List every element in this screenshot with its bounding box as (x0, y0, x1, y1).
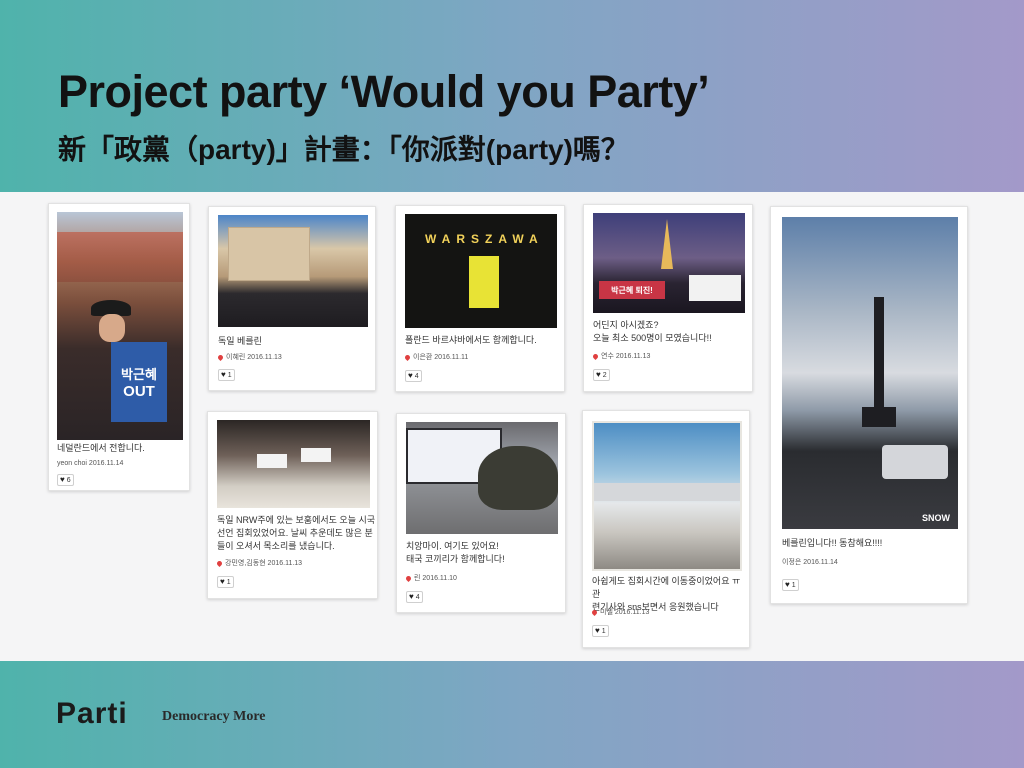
van (882, 445, 948, 479)
snow-watermark: SNOW (922, 513, 950, 523)
heart-icon: ♥ (60, 475, 65, 484)
tagline: Democracy More (162, 709, 266, 724)
post-caption: 독일 NRW주에 있는 보훔에서도 오늘 시국 선언 집회있었어요. 날씨 추운… (217, 515, 376, 551)
post-photo[interactable]: SNOW (782, 217, 958, 529)
location-pin-icon (404, 574, 413, 582)
post-meta: 이혜린 2016.11.13 (216, 352, 282, 362)
post-card[interactable]: WARSZAWA 폴란드 바르샤바에서도 함께합니다. 이은환 2016.11.… (395, 205, 565, 392)
page-title: Project party ‘Would you Party’ (58, 66, 710, 117)
building (228, 227, 310, 281)
post-meta: 이정은 2016.11.14 (782, 559, 838, 566)
post-card[interactable]: 독일 NRW주에 있는 보훔에서도 오늘 시국 선언 집회있었어요. 날씨 추운… (207, 411, 378, 599)
like-button[interactable]: ♥ 2 (593, 369, 610, 381)
like-button[interactable]: ♥ 1 (592, 625, 609, 637)
post-caption: 독일 베를린 (218, 336, 262, 346)
elephant-figurine (478, 446, 558, 510)
eiffel-tower (661, 219, 673, 269)
building-facade (57, 232, 183, 282)
location-pin-icon (590, 608, 599, 616)
post-card[interactable]: 박근혜 OUT 네덜란드에서 전합니다. yeon choi 2016.11.1… (48, 203, 190, 491)
post-card[interactable]: 박근혜 퇴진! 어딘지 아시겠죠? 오늘 최소 500명이 모였습니다!! 연수… (583, 204, 753, 392)
post-caption: 치앙마이. 여기도 있어요! 태국 코끼리가 함께합니다! (406, 541, 505, 564)
post-photo[interactable] (218, 215, 368, 327)
post-photo[interactable] (217, 420, 370, 508)
post-photo[interactable] (406, 422, 558, 534)
like-button[interactable]: ♥ 4 (405, 370, 422, 382)
post-photo[interactable]: 박근혜 퇴진! (593, 213, 745, 313)
parti-logo[interactable]: Parti (56, 697, 128, 731)
post-meta: 미셸 2016.11.13 (590, 607, 649, 617)
post-meta: 린 2016.11.10 (404, 573, 457, 583)
column-base (862, 407, 896, 427)
heart-icon: ♥ (596, 370, 601, 379)
location-pin-icon (215, 559, 224, 567)
location-pin-icon (403, 353, 412, 361)
protest-banner: 박근혜 퇴진! (599, 281, 665, 299)
terminal-canopy (594, 483, 740, 501)
like-button[interactable]: ♥ 6 (57, 474, 74, 486)
post-card[interactable]: 아쉽게도 집회시간에 이동중이었어요 ㅠ 관 련기사와 sns보면서 응원했습니… (582, 410, 750, 648)
placard (301, 448, 331, 462)
protest-sign: 박근혜 OUT (111, 342, 167, 422)
placard (257, 454, 287, 468)
post-meta: 연수 2016.11.13 (591, 351, 650, 361)
face (99, 314, 125, 342)
like-button[interactable]: ♥ 4 (406, 591, 423, 603)
heart-icon: ♥ (409, 592, 414, 601)
post-photo[interactable]: WARSZAWA (405, 214, 557, 328)
post-photo[interactable] (592, 421, 742, 571)
like-button[interactable]: ♥ 1 (218, 369, 235, 381)
post-card[interactable]: 독일 베를린 이혜린 2016.11.13 ♥ 1 (208, 206, 376, 391)
location-pin-icon (591, 352, 600, 360)
post-caption: 베를린입니다!! 동참해요!!!! (782, 538, 883, 548)
heart-icon: ♥ (595, 626, 600, 635)
post-meta: 이은환 2016.11.11 (403, 352, 468, 362)
heart-icon: ♥ (220, 577, 225, 586)
victory-column (874, 297, 884, 417)
post-caption: 어딘지 아시겠죠? 오늘 최소 500명이 모였습니다!! (593, 320, 712, 343)
yellow-protest-sign (469, 256, 499, 308)
post-caption: 폴란드 바르샤바에서도 함께합니다. (405, 335, 537, 345)
warsaw-letters: WARSZAWA (425, 232, 544, 246)
heart-icon: ♥ (408, 371, 413, 380)
heart-icon: ♥ (785, 580, 790, 589)
post-meta: 강민영,김동현 2016.11.13 (215, 558, 302, 568)
footer-band (0, 661, 1024, 768)
post-caption: 네덜란드에서 전합니다. (57, 443, 145, 453)
post-card[interactable]: 치앙마이. 여기도 있어요! 태국 코끼리가 함께합니다! 린 2016.11.… (396, 413, 566, 613)
heart-icon: ♥ (221, 370, 226, 379)
location-pin-icon (216, 353, 225, 361)
post-card[interactable]: SNOW 베를린입니다!! 동참해요!!!! 이정은 2016.11.14 ♥ 1 (770, 206, 968, 604)
post-meta: yeon choi 2016.11.14 (57, 460, 124, 467)
page-subtitle: 新「政黨（party)」計畫：「你派對(party)嗎？ (58, 134, 629, 165)
post-photo[interactable]: 박근혜 OUT (57, 212, 183, 440)
like-button[interactable]: ♥ 1 (782, 579, 799, 591)
white-banner (689, 275, 741, 301)
like-button[interactable]: ♥ 1 (217, 576, 234, 588)
